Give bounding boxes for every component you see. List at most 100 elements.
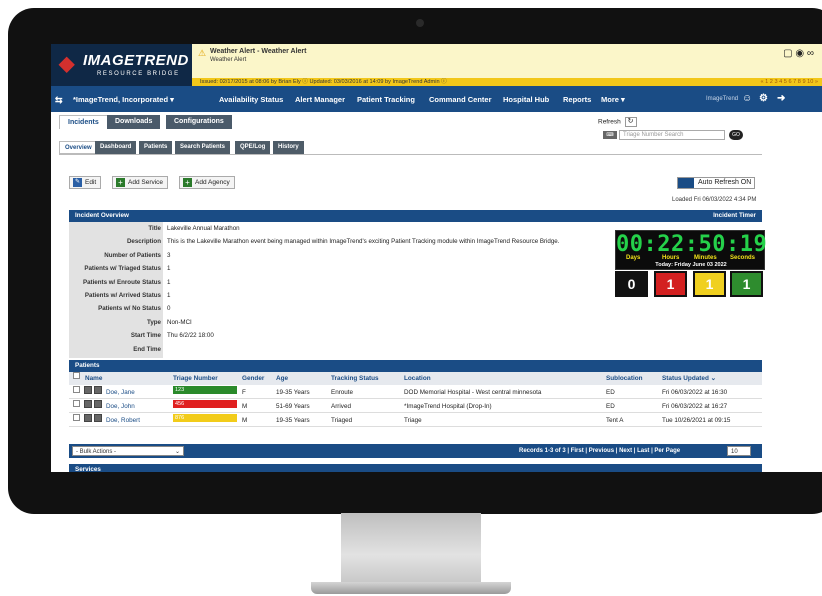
- tab-dashboard[interactable]: Dashboard: [95, 141, 137, 154]
- overview-row: Type Non-MCI: [69, 316, 609, 329]
- overview-label: Patients w/ Triaged Status: [84, 265, 161, 273]
- alert-pager[interactable]: « 1 2 3 4 5 6 7 8 9 10 »: [760, 78, 818, 86]
- overview-row: End Time: [69, 343, 609, 356]
- triage-number-badge: 123: [173, 386, 237, 394]
- keyboard-icon[interactable]: ⌨: [603, 131, 617, 139]
- patient-name[interactable]: Doe, Jane: [106, 386, 135, 399]
- monitor-mockup: ◆ IMAGETREND RESOURCE BRIDGE ⚠ Weather A…: [0, 0, 822, 596]
- col-status-updated[interactable]: Status Updated ⌄: [662, 372, 716, 385]
- patient-status-updated: Fri 06/03/2022 at 16:27: [662, 403, 728, 410]
- col-triage-number[interactable]: Triage Number: [173, 372, 218, 385]
- patient-age: 19-35 Years: [276, 389, 310, 396]
- patient-name[interactable]: Doe, John: [106, 400, 135, 413]
- patient-name[interactable]: Doe, Robert: [106, 414, 140, 427]
- document-icon[interactable]: ▢: [783, 48, 792, 59]
- go-button[interactable]: GO: [729, 130, 743, 140]
- edit-icon[interactable]: [94, 414, 102, 422]
- logo[interactable]: ◆ IMAGETREND RESOURCE BRIDGE: [51, 44, 192, 86]
- edit-button[interactable]: ✎ Edit: [69, 176, 102, 189]
- timer-unit-days: Days: [626, 255, 641, 261]
- tab-overview[interactable]: Overview: [59, 141, 98, 154]
- col-sublocation[interactable]: Sublocation: [606, 372, 643, 385]
- refresh-control: Refresh ↻: [598, 117, 637, 127]
- view-icon[interactable]: [84, 414, 92, 422]
- user-icon[interactable]: ☺: [742, 93, 752, 104]
- globe-icon[interactable]: ◉: [795, 48, 804, 59]
- overview-value: This is the Lakeville Marathon event bei…: [167, 238, 560, 246]
- tab-history[interactable]: History: [273, 141, 304, 154]
- nav-more[interactable]: More ▾: [601, 95, 625, 104]
- edit-icon: ✎: [73, 177, 82, 187]
- tab-configurations[interactable]: Configurations: [166, 115, 232, 129]
- weather-alert-banner[interactable]: ⚠ Weather Alert - Weather Alert Weather …: [192, 44, 822, 78]
- nav-reports[interactable]: Reports: [563, 95, 591, 104]
- timer-digits: 00:22:50:19: [616, 232, 768, 257]
- col-age[interactable]: Age: [276, 372, 288, 385]
- logo-brand: IMAGETREND: [83, 52, 189, 69]
- select-all-checkbox[interactable]: [73, 372, 80, 379]
- org-selector[interactable]: *ImageTrend, Incorporated ▾: [73, 95, 174, 104]
- overview-value: 1: [167, 278, 171, 286]
- nav-alert-manager[interactable]: Alert Manager: [295, 95, 345, 104]
- menu-toggle-icon[interactable]: ⇆: [55, 95, 63, 106]
- nav-command-center[interactable]: Command Center: [429, 95, 492, 104]
- patient-sublocation: ED: [606, 403, 615, 410]
- auto-refresh-toggle[interactable]: Auto Refresh ON: [677, 177, 755, 189]
- col-name[interactable]: Name: [85, 372, 102, 385]
- table-row[interactable]: Doe, John 456 M 51-69 Years Arrived *ImageTre…: [69, 400, 762, 413]
- overview-row: Patients w/ Arrived Status 1: [69, 289, 609, 302]
- tab-downloads[interactable]: Downloads: [107, 115, 161, 129]
- add-agency-label: Add Agency: [195, 179, 230, 186]
- tab-search-patients[interactable]: Search Patients: [175, 141, 231, 154]
- overview-value: Non-MCI: [167, 318, 192, 326]
- row-checkbox[interactable]: [73, 414, 80, 421]
- patient-gender: F: [242, 389, 246, 396]
- edit-icon[interactable]: [94, 400, 102, 408]
- table-row[interactable]: Doe, Jane 123 F 19-35 Years Enroute DOD Memor…: [69, 386, 762, 399]
- alert-issued-bar: Issued: 02/17/2015 at 08:06 by Brian Ely…: [192, 78, 822, 86]
- overview-value: Lakeville Annual Marathon: [167, 225, 240, 232]
- per-page-select[interactable]: 10: [727, 446, 751, 456]
- add-service-button[interactable]: + Add Service: [112, 176, 169, 189]
- clip-icon[interactable]: ∞: [807, 48, 814, 59]
- nav-availability-status[interactable]: Availability Status: [219, 95, 283, 104]
- col-gender[interactable]: Gender: [242, 372, 264, 385]
- alert-subtitle: Weather Alert: [210, 57, 247, 63]
- tab-qpe-log[interactable]: QPE/Log: [235, 141, 271, 154]
- status-count-box: 0: [615, 271, 648, 297]
- overview-value: 0: [167, 305, 171, 313]
- bulk-actions-select[interactable]: - Bulk Actions - ⌄: [72, 446, 184, 456]
- add-agency-button[interactable]: + Add Agency: [179, 176, 235, 189]
- patient-status-updated: Tue 10/26/2021 at 09:15: [662, 417, 731, 424]
- nav-patient-tracking[interactable]: Patient Tracking: [357, 95, 415, 104]
- row-checkbox[interactable]: [73, 400, 80, 407]
- refresh-icon[interactable]: ↻: [624, 117, 637, 127]
- per-page-value: 10: [731, 449, 738, 455]
- timer-unit-seconds: Seconds: [730, 255, 756, 261]
- alert-title[interactable]: Weather Alert - Weather Alert: [210, 48, 306, 55]
- view-icon[interactable]: [84, 400, 92, 408]
- pagination[interactable]: Records 1-3 of 3 | First | Previous | Ne…: [519, 444, 680, 458]
- col-location[interactable]: Location: [404, 372, 431, 385]
- patient-gender: M: [242, 403, 248, 410]
- status-count-box: 1: [693, 271, 726, 297]
- triage-search-input[interactable]: Triage Number Search: [619, 130, 725, 140]
- edit-icon[interactable]: [94, 386, 102, 394]
- table-row[interactable]: Doe, Robert 876 M 19-35 Years Triaged Triage T…: [69, 414, 762, 427]
- gear-icon[interactable]: ⚙: [759, 93, 768, 104]
- status-count-box: 1: [654, 271, 687, 297]
- logout-icon[interactable]: ➜: [777, 93, 785, 104]
- col-tracking-status[interactable]: Tracking Status: [331, 372, 379, 385]
- overview-label: Patients w/ Enroute Status: [82, 278, 161, 286]
- tab-patients[interactable]: Patients: [139, 141, 173, 154]
- nav-user[interactable]: ImageTrend: [706, 96, 738, 102]
- patient-sublocation: Tent A: [606, 417, 624, 424]
- nav-hospital-hub[interactable]: Hospital Hub: [503, 95, 549, 104]
- alert-issued-text: Issued: 02/17/2015 at 08:06 by Brian Ely…: [200, 79, 447, 85]
- plus-icon: +: [116, 177, 125, 187]
- row-checkbox[interactable]: [73, 386, 80, 393]
- monitor-stand: [341, 513, 481, 583]
- refresh-label: Refresh: [598, 118, 621, 126]
- view-icon[interactable]: [84, 386, 92, 394]
- tab-incidents[interactable]: Incidents: [59, 115, 108, 129]
